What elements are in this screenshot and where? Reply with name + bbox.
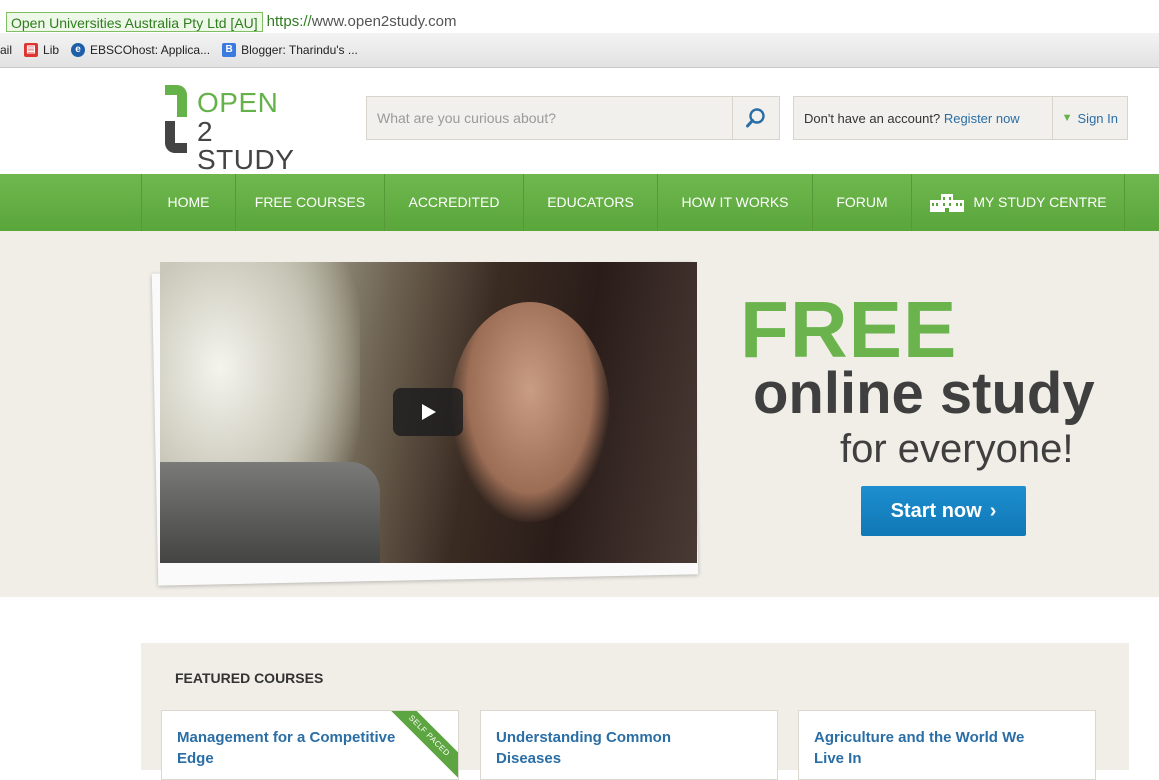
chevron-down-icon: ▼ [1061,112,1073,124]
bookmarks-bar: ail ▤ Lib e EBSCOhost: Applica... B Blogger… [0,33,1159,68]
nav-forum[interactable]: FORUM [812,174,911,231]
search-button[interactable] [732,97,779,139]
bookmark-mail[interactable]: ail [0,43,12,57]
account-prompt-text: Don't have an account? [804,110,941,126]
bookmark-label: ail [0,43,13,57]
url-scheme: https:// [266,13,312,30]
sign-in-label: Sign In [1077,110,1118,126]
nav-my-study-centre[interactable]: MY STUDY CENTRE [911,174,1125,231]
featured-courses-title: FEATURED COURSES [175,670,324,686]
chevron-right-icon: › [989,499,997,522]
hero-headline-online-study: online study [753,361,1095,426]
nav-label: MY STUDY CENTRE [973,194,1107,210]
blogger-icon: B [222,43,237,57]
start-now-label: Start now [890,499,982,522]
site-logo[interactable]: OPEN 2 STUDY [163,83,313,174]
nav-educators[interactable]: EDUCATORS [523,174,657,231]
bookmark-ebscohost[interactable]: e EBSCOhost: Applica... [71,43,210,57]
nav-free-courses[interactable]: FREE COURSES [235,174,384,231]
nav-label: HOW IT WORKS [681,194,789,210]
play-icon [422,404,436,420]
featured-courses: FEATURED COURSES Management for a Compet… [141,643,1129,780]
account-box: Don't have an account? Register now ▼ Sig… [793,96,1128,140]
logo-mark-icon [165,85,187,153]
hero-headline-for-everyone: for everyone! [840,427,1074,471]
course-title[interactable]: Agriculture and the World We Live In [814,727,1034,769]
bookmark-label: EBSCOhost: Applica... [90,43,211,57]
nav-home[interactable]: HOME [141,174,235,231]
start-now-button[interactable]: Start now › [861,486,1026,536]
course-title[interactable]: Understanding Common Diseases [496,727,716,769]
logo-text-study: 2 STUDY [197,116,295,175]
nav-label: EDUCATORS [547,194,634,210]
search-bar [366,96,780,140]
nav-label: FORUM [836,194,888,210]
bookmark-lib[interactable]: ▤ Lib [24,43,59,57]
nav-how-it-works[interactable]: HOW IT WORKS [657,174,812,231]
video-play-button[interactable] [393,388,463,436]
nav-label: HOME [167,194,210,210]
main-nav: HOME FREE COURSES ACCREDITED EDUCATORS H… [0,174,1159,232]
ebsco-icon: e [71,43,86,57]
bookmark-blogger[interactable]: B Blogger: Tharindu's ... [222,43,358,57]
sign-in-button[interactable]: ▼ Sign In [1051,97,1127,139]
bookmark-label: Blogger: Tharindu's ... [241,43,358,57]
secure-identity-badge[interactable]: Open Universities Australia Pty Ltd [AU] [6,12,263,32]
bookmark-label: Lib [43,43,60,57]
address-bar[interactable]: Open Universities Australia Pty Ltd [AU]… [0,0,1159,33]
nav-label: ACCREDITED [408,194,500,210]
lib-icon: ▤ [24,43,39,57]
search-input[interactable] [367,97,732,139]
hero-headline-free: FREE [740,285,958,374]
nav-accredited[interactable]: ACCREDITED [384,174,523,231]
url-host: www.open2study.com [311,13,457,30]
url-text[interactable]: https://www.open2study.com [267,12,457,32]
nav-label: FREE COURSES [254,194,366,210]
register-link[interactable]: Register now [944,111,1020,126]
account-prompt: Don't have an account? Register now [794,111,1052,126]
search-icon [746,108,765,128]
building-icon [930,193,965,212]
logo-text-open: OPEN [197,87,279,118]
course-title[interactable]: Management for a Competitive Edge [177,727,397,769]
